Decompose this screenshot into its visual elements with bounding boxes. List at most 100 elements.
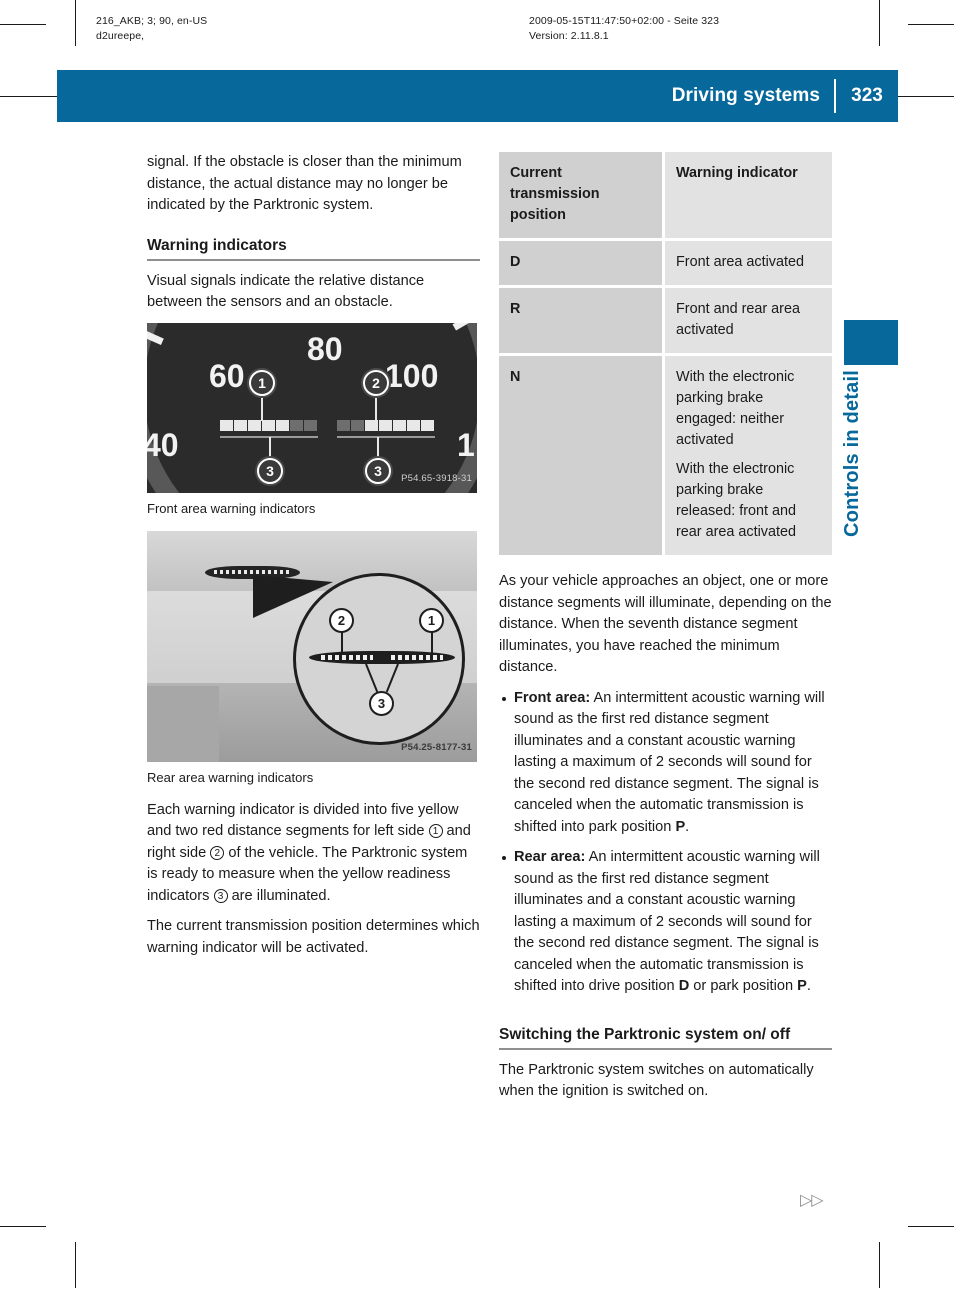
header-rule-right bbox=[898, 96, 954, 97]
figure-callout-1: 1 bbox=[419, 607, 444, 633]
table-header-position: Current transmission position bbox=[499, 152, 662, 241]
crop-mark-bottom-right-v bbox=[879, 1242, 880, 1288]
figure-callout-2: 2 bbox=[363, 369, 389, 396]
table-cell-indicator: With the electronic parking brake engage… bbox=[662, 356, 832, 555]
table-cell-indicator: Front and rear area activated bbox=[662, 288, 832, 356]
segment bbox=[290, 419, 303, 431]
bullet-bold-p: P bbox=[797, 978, 807, 994]
section-heading-warning-indicators: Warning indicators bbox=[147, 236, 287, 254]
dial-number-100: 100 bbox=[385, 357, 439, 394]
table-cell-position: R bbox=[499, 288, 662, 356]
lead-paragraph: Visual signals indicate the relative dis… bbox=[147, 272, 425, 311]
figure-rear-warning-indicators: 2 1 3 P54.25-8177-31 bbox=[147, 530, 477, 762]
leader-line-callout-2 bbox=[375, 394, 377, 421]
imprint-right-line2: Version: 2.11.8.1 bbox=[529, 30, 609, 42]
table-cell-line: Front area activated bbox=[676, 254, 804, 270]
heading-rule bbox=[147, 258, 480, 261]
table-cell-line: With the electronic parking brake engage… bbox=[676, 369, 795, 448]
segment bbox=[421, 419, 434, 431]
crop-mark-bottom-left-v bbox=[75, 1242, 76, 1288]
crop-mark-top-left-v bbox=[75, 0, 76, 46]
dial-number-120-partial: 1 bbox=[457, 426, 475, 463]
continuation-marker: ▷▷ bbox=[800, 1192, 824, 1209]
chapter-thumb-tab bbox=[844, 320, 898, 365]
imprint-left: 216_AKB; 3; 90, en-US d2ureepe, bbox=[96, 14, 207, 44]
table-row: N With the electronic parking brake enga… bbox=[499, 356, 832, 555]
table-header-row: Current transmission position Warning in… bbox=[499, 152, 832, 241]
figure-callout-3-left: 3 bbox=[257, 457, 283, 484]
intro-paragraph: signal. If the obstacle is closer than t… bbox=[147, 154, 462, 213]
crop-mark-bottom-left-h bbox=[0, 1226, 46, 1227]
rear-indicator-leds bbox=[214, 569, 292, 574]
header-rule-left bbox=[0, 96, 57, 97]
segment bbox=[379, 419, 392, 431]
leader-line-callout-3-a bbox=[365, 663, 379, 692]
figure1-caption: Front area warning indicators bbox=[147, 500, 316, 516]
table-cell-position: N bbox=[499, 356, 662, 555]
figure-callout-1: 1 bbox=[249, 369, 275, 396]
approach-paragraph: As your vehicle approaches an object, on… bbox=[499, 573, 832, 675]
segment bbox=[276, 419, 289, 431]
figure-front-warning-indicators: 40 60 80 100 1 1 2 3 3 P54.65-3918-31 bbox=[147, 322, 477, 493]
imprint-right: 2009-05-15T11:47:50+02:00 - Seite 323 Ve… bbox=[529, 14, 719, 44]
inline-ref-1: 1 bbox=[428, 824, 443, 838]
segment bbox=[351, 419, 364, 431]
chapter-thumb-label-text: Controls in detail bbox=[841, 370, 863, 537]
figure2-caption: Rear area warning indicators bbox=[147, 769, 314, 785]
running-header: Driving systems 323 bbox=[57, 70, 898, 122]
bullet-lead-front-area: Front area: bbox=[514, 689, 591, 706]
right-column: Current transmission position Warning in… bbox=[499, 152, 832, 1112]
bullet-text-c: . bbox=[806, 978, 811, 994]
table-row: R Front and rear area activated bbox=[499, 288, 832, 356]
imprint-left-line1: 216_AKB; 3; 90, en-US bbox=[96, 15, 208, 27]
figure-callout-3-right: 3 bbox=[365, 457, 391, 484]
segment bbox=[234, 419, 247, 431]
inline-ref-3: 3 bbox=[213, 888, 228, 903]
table-header-indicator: Warning indicator bbox=[662, 152, 832, 241]
figure-callout-2: 2 bbox=[329, 607, 354, 633]
section-heading-switching-parktronic: Switching the Parktronic system on/ off bbox=[499, 1025, 791, 1043]
table-cell-line: Front and rear area activated bbox=[676, 301, 800, 338]
magnified-leds-right bbox=[391, 654, 443, 660]
magnifier-circle: 2 1 3 bbox=[293, 572, 465, 745]
list-item: Rear area: An intermittent acoustic warn… bbox=[499, 847, 832, 998]
rear-seat-left-region bbox=[147, 685, 219, 762]
segment bbox=[248, 419, 261, 431]
dial-number-60: 60 bbox=[209, 357, 245, 394]
segment bbox=[337, 419, 350, 431]
bullet-text-a: An intermittent acoustic warning will so… bbox=[514, 849, 820, 994]
magnified-leds-left bbox=[321, 654, 373, 660]
page-number: 323 bbox=[851, 85, 883, 106]
left-indicator-segments bbox=[220, 419, 317, 432]
transmission-warning-table: Current transmission position Warning in… bbox=[499, 152, 832, 555]
right-indicator-segments bbox=[337, 419, 434, 432]
table-cell-position: D bbox=[499, 241, 662, 288]
heading-rule bbox=[499, 1047, 832, 1050]
crop-mark-bottom-right-h bbox=[908, 1226, 954, 1227]
right-indicator-baseline bbox=[337, 435, 435, 438]
leader-line-callout-3-right bbox=[377, 436, 379, 459]
segment bbox=[393, 419, 406, 431]
leader-line-callout-1 bbox=[431, 630, 433, 653]
area-warning-list: Front area: An intermittent acoustic war… bbox=[499, 688, 832, 998]
segment bbox=[407, 419, 420, 431]
crop-mark-top-left-h bbox=[0, 24, 46, 25]
figure1-part-code: P54.65-3918-31 bbox=[401, 473, 472, 484]
bullet-lead-rear-area: Rear area: bbox=[514, 849, 586, 865]
leader-line-callout-3-left bbox=[269, 436, 271, 459]
page-title: Driving systems bbox=[671, 85, 820, 106]
indicator-desc-part-a: Each warning indicator is divided into f… bbox=[147, 801, 459, 840]
magnified-indicator-strip bbox=[309, 650, 455, 664]
indicator-description-paragraph: Each warning indicator is divided into f… bbox=[147, 800, 480, 908]
table-row: D Front area activated bbox=[499, 241, 832, 288]
transmission-position-paragraph: The current transmission position determ… bbox=[147, 918, 480, 956]
inline-ref-2: 2 bbox=[210, 845, 225, 860]
bullet-text-b: or park position bbox=[689, 978, 798, 994]
dial-number-40: 40 bbox=[147, 426, 179, 463]
leader-line-callout-3-b bbox=[385, 663, 399, 692]
imprint-left-line2: d2ureepe, bbox=[96, 30, 145, 42]
dial-number-80: 80 bbox=[307, 330, 343, 367]
segment bbox=[365, 419, 378, 431]
left-column: signal. If the obstacle is closer than t… bbox=[147, 152, 480, 968]
crop-mark-top-right-h bbox=[908, 24, 954, 25]
